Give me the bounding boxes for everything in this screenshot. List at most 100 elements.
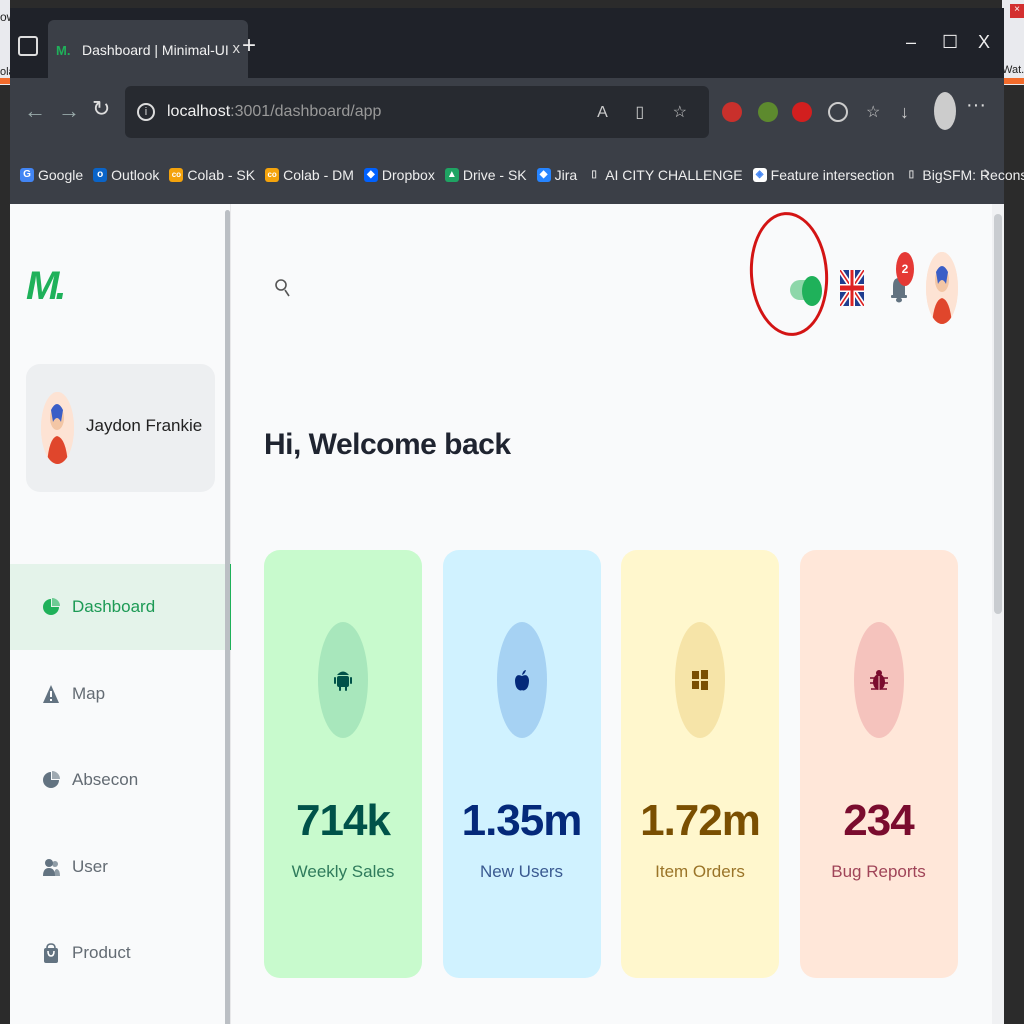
new-users-card: 1.35m New Users [442, 550, 601, 978]
bookmark-item[interactable]: ◆ Dropbox [363, 167, 435, 183]
dropbox-icon: ◆ [363, 168, 378, 182]
bookmarks-bar: G Google o Outlook co Colab - SK co Colab - DM ◆… [10, 146, 1024, 204]
bookmark-item[interactable]: G Google [20, 167, 83, 183]
browser-toolbar: ← → ↻ i localhost:3001/dashboard/app A ▯… [10, 78, 1004, 146]
sidebar-item-dashboard[interactable]: Dashboard [10, 564, 231, 650]
user-avatar[interactable] [926, 252, 958, 324]
background-accent [0, 78, 10, 84]
extension-icon[interactable] [722, 102, 742, 122]
main-content: 2 Hi, Welcome back 714k Weekly Sales 1.35m… [242, 204, 992, 1024]
close-icon: × [1010, 4, 1024, 18]
bookmark-label: Drive - SK [462, 167, 527, 183]
maximize-button[interactable]: ☐ [942, 32, 958, 53]
sidebar: M. Jaydon Frankie Dashboard Map Absecon Use… [10, 204, 231, 1024]
bookmark-item[interactable]: o Outlook [93, 167, 159, 183]
new-tab-button[interactable]: + [242, 32, 256, 60]
address-bar[interactable]: i localhost:3001/dashboard/app A ▯ ☆ [125, 86, 709, 138]
bookmark-item[interactable]: ▯ AI CITY CHALLENGE [587, 167, 742, 183]
favorites-icon[interactable]: ☆ [866, 102, 886, 122]
avatar [41, 392, 74, 464]
address-bar-icons[interactable]: A ▯ ☆ [597, 102, 699, 122]
stat-value: 234 [843, 796, 914, 845]
sidebar-item-user[interactable]: User [10, 824, 231, 910]
bookmark-item[interactable]: ▯ BigSFM: Reconstruc... [904, 167, 1024, 183]
close-tab-icon[interactable]: x [233, 40, 241, 57]
minimal-logo[interactable]: M. [26, 264, 66, 309]
bookmark-label: AI CITY CHALLENGE [605, 167, 743, 183]
uk-flag-icon[interactable] [840, 270, 864, 306]
tab-dashboard[interactable]: M. Dashboard | Minimal-UI x [48, 20, 248, 80]
avatar-illustration [41, 392, 74, 464]
background-text: ow [0, 10, 10, 24]
pie-chart-icon [42, 596, 60, 618]
extensions-puzzle-icon[interactable] [828, 102, 848, 122]
shopping-bag-icon [42, 942, 60, 964]
colab-icon: co [169, 168, 184, 182]
sidebar-scrollbar[interactable] [225, 210, 230, 1024]
back-arrow-icon[interactable]: ← [24, 98, 46, 124]
pie-chart-icon [42, 769, 60, 791]
bookmark-item[interactable]: ◈ Feature intersection [752, 167, 895, 183]
sidebar-item-map[interactable]: Map [10, 651, 231, 737]
background-window-right: × Wat... [1002, 0, 1024, 85]
search-icon[interactable] [274, 276, 290, 298]
close-window-button[interactable]: X [978, 32, 990, 53]
drive-icon: ▲ [444, 168, 459, 182]
sidebar-item-product[interactable]: Product [10, 910, 231, 996]
alert-triangle-icon [42, 683, 60, 705]
more-menu-icon[interactable]: ··· [966, 94, 986, 117]
info-icon[interactable]: i [137, 103, 155, 121]
people-icon [42, 856, 60, 878]
background-window-left: ow ola [0, 0, 10, 85]
bookmark-item[interactable]: ▲ Drive - SK [444, 167, 527, 183]
extension-icon[interactable] [758, 102, 778, 122]
bookmarks-next-icon[interactable]: › [983, 162, 990, 185]
background-text: ola [0, 66, 10, 78]
page-scrollbar-thumb[interactable] [994, 214, 1002, 614]
sidebar-item-label: User [72, 856, 108, 876]
stat-value: 1.35m [461, 796, 583, 845]
item-orders-card: 1.72m Item Orders [621, 550, 779, 978]
avatar-illustration [926, 252, 958, 324]
sidebar-item-label: Absecon [72, 770, 139, 789]
account-card[interactable]: Jaydon Frankie [26, 364, 215, 492]
sidebar-item-absecon[interactable]: Absecon [10, 737, 231, 823]
account-name: Jaydon Frankie [86, 416, 203, 435]
forward-arrow-icon[interactable]: → [58, 98, 80, 124]
browser-title-bar: M. Dashboard | Minimal-UI x + – ☐ X [10, 8, 1004, 80]
minimal-logo-icon: M. [56, 43, 71, 58]
tab-actions-icon[interactable] [18, 36, 38, 56]
outlook-icon: o [93, 168, 108, 182]
theme-toggle[interactable] [790, 274, 822, 306]
bookmark-label: Google [38, 167, 84, 183]
page-title: Hi, Welcome back [264, 428, 511, 461]
windows-icon [675, 622, 725, 738]
web-page: M. Jaydon Frankie Dashboard Map Absecon Use… [10, 204, 1004, 1024]
download-icon[interactable]: ↓ [900, 102, 920, 122]
extension-icon[interactable] [792, 102, 812, 122]
bug-reports-card: 234 Bug Reports [799, 550, 958, 978]
sidebar-item-label: Dashboard [72, 597, 156, 616]
background-accent [1004, 78, 1024, 84]
bookmark-label: Jira [554, 167, 578, 183]
minimize-button[interactable]: – [906, 32, 916, 53]
bookmark-item[interactable]: ◆ Jira [536, 167, 578, 183]
page-icon: ▯ [591, 169, 597, 180]
weekly-sales-card: 714k Weekly Sales [264, 550, 422, 978]
bookmark-item[interactable]: co Colab - DM [265, 167, 354, 183]
bookmark-label: Feature intersection [770, 167, 895, 183]
bug-icon [853, 622, 904, 738]
stat-label: New Users [479, 862, 564, 881]
bookmark-item[interactable]: co Colab - SK [169, 167, 255, 183]
stat-label: Weekly Sales [291, 862, 395, 881]
google-icon: G [20, 168, 34, 182]
colab-icon: co [265, 168, 280, 182]
bookmark-label: Colab - DM [283, 167, 354, 183]
bookmark-label: Dropbox [381, 167, 435, 183]
profile-avatar[interactable] [934, 92, 956, 130]
sidebar-item-label: Map [72, 683, 106, 703]
feature-icon: ◈ [752, 168, 767, 182]
stat-value: 714k [296, 796, 391, 845]
bookmark-label: BigSFM: Reconstruc... [922, 167, 1024, 183]
reload-icon[interactable]: ↻ [92, 96, 110, 122]
